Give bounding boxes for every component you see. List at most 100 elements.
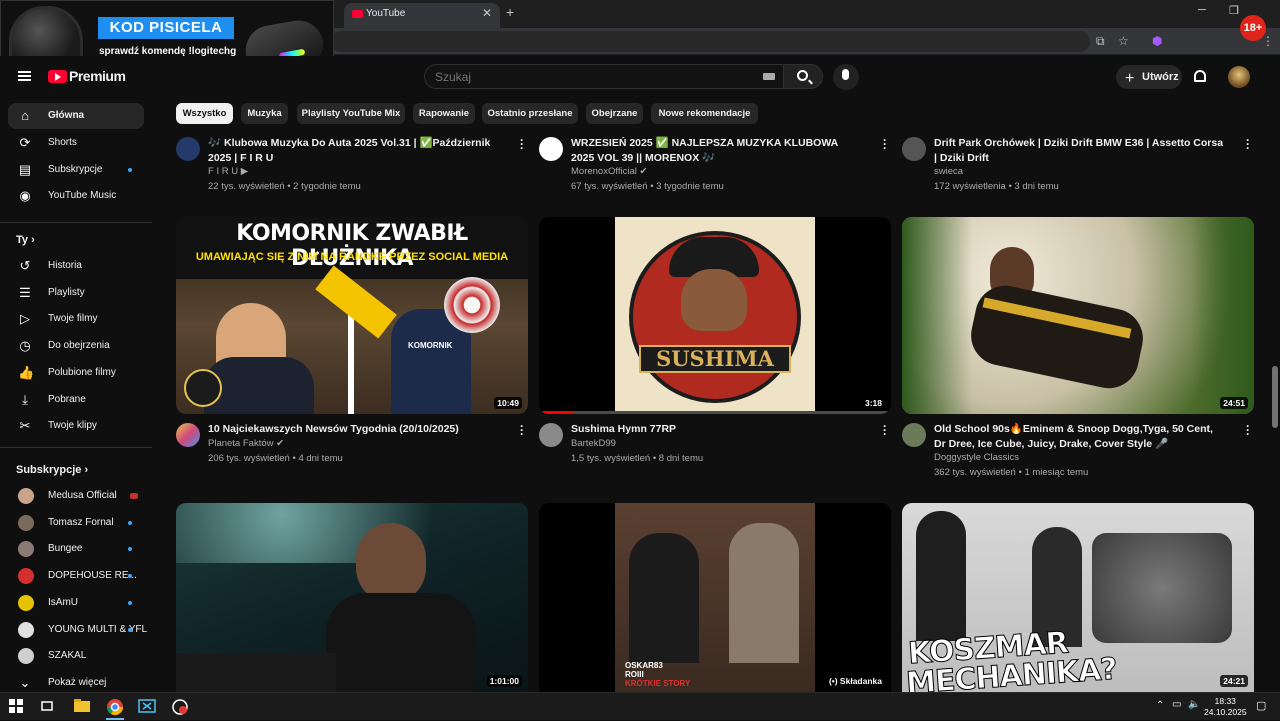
sidebar-item-label: Shorts <box>48 137 77 148</box>
bookmark-star-icon[interactable]: ☆ <box>1118 34 1129 48</box>
liked-icon: 👍 <box>18 364 35 380</box>
search-box[interactable] <box>424 64 783 89</box>
chip-0[interactable]: Wszystko <box>176 103 233 124</box>
sidebar-item-3[interactable]: ◉ YouTube Music <box>8 183 144 209</box>
volume-icon[interactable]: 🔈 <box>1188 699 1200 710</box>
create-button[interactable]: + Utwórz <box>1116 65 1182 89</box>
network-icon[interactable]: ▭ <box>1172 699 1181 710</box>
channel-avatar[interactable] <box>176 137 200 161</box>
chrome-taskbar-icon[interactable] <box>106 698 124 720</box>
sidebar-item-history[interactable]: ↺ Historia <box>8 253 144 279</box>
channel-avatar[interactable] <box>539 137 563 161</box>
subscription-item[interactable]: DOPEHOUSE RE... <box>8 563 144 589</box>
more-actions-icon[interactable]: · · · <box>882 420 888 440</box>
browser-menu-icon[interactable]: ⋮ <box>1262 34 1274 48</box>
chip-3[interactable]: Rapowanie <box>413 103 475 124</box>
subscription-item[interactable]: SZAKAL <box>8 643 144 669</box>
chip-4[interactable]: Ostatnio przesłane <box>482 103 578 124</box>
channel-avatar[interactable] <box>176 423 200 447</box>
subscription-item[interactable]: Medusa Official <box>8 483 144 509</box>
sidebar-item-liked[interactable]: 👍 Polubione filmy <box>8 360 144 386</box>
app-taskbar-icon[interactable] <box>138 698 156 716</box>
windows-start-icon[interactable] <box>8 698 26 716</box>
subscription-item[interactable]: YOUNG MULTI & YFL <box>8 617 147 643</box>
more-actions-icon[interactable]: · · · <box>882 134 888 154</box>
chip-2[interactable]: Playlisty YouTube Mix <box>297 103 405 124</box>
subscription-item[interactable]: Tomasz Fornal <box>8 510 144 536</box>
subscriptions-section-heading[interactable]: Subskrypcje › <box>16 464 88 476</box>
omnibox[interactable] <box>330 31 1090 52</box>
sidebar-item-your-videos[interactable]: ▷ Twoje filmy <box>8 306 144 332</box>
video-title[interactable]: 🎶 Klubowa Muzyka Do Auta 2025 Vol.31 | ✅… <box>208 136 498 166</box>
channel-name[interactable]: Doggystyle Classics <box>934 452 1019 463</box>
video-title[interactable]: Old School 90s🔥Eminem & Snoop Dogg,Tyga,… <box>934 422 1224 452</box>
chip-1[interactable]: Muzyka <box>241 103 288 124</box>
chip-6[interactable]: Nowe rekomendacje <box>651 103 758 124</box>
search-button[interactable] <box>783 64 823 89</box>
more-actions-icon[interactable]: · · · <box>519 420 525 440</box>
channel-name[interactable]: swieca <box>934 166 963 177</box>
extension-icon[interactable]: ⬢ <box>1152 34 1162 48</box>
subscription-label: DOPEHOUSE RE... <box>48 570 137 582</box>
hamburger-menu-icon[interactable] <box>18 71 31 81</box>
video-thumbnail-oldschool[interactable]: 24:51 <box>902 217 1254 414</box>
subscription-item[interactable]: Bungee <box>8 536 144 562</box>
video-thumbnail-krotkie-story[interactable]: OSKAR83 ROIII KRÓTKIE STORY (•) Składank… <box>539 503 891 692</box>
more-actions-icon[interactable]: · · · <box>519 134 525 154</box>
sidebar-item-0[interactable]: ⌂ Główna <box>8 103 144 129</box>
file-explorer-icon[interactable] <box>73 698 91 716</box>
chip-5[interactable]: Obejrzane <box>586 103 643 124</box>
tab-close-icon[interactable]: ✕ <box>482 6 492 20</box>
sidebar-item-download[interactable]: ⤓ Pobrane <box>8 387 144 413</box>
channel-avatar[interactable] <box>902 423 926 447</box>
sidebar-item-playlists[interactable]: ☰ Playlisty <box>8 280 144 306</box>
keyboard-icon[interactable] <box>763 73 775 80</box>
video-title[interactable]: 10 Najciekawszych Newsów Tygodnia (20/10… <box>208 422 498 437</box>
sidebar-item-clips[interactable]: ✂ Twoje klipy <box>8 413 144 439</box>
plus-icon: + <box>1125 70 1135 87</box>
channel-name[interactable]: BartekD99 <box>571 438 616 449</box>
video-thumbnail-koszmar[interactable]: KOSZMAR MECHANIKA? 24:21 <box>902 503 1254 692</box>
video-title[interactable]: Sushima Hymn 77RP <box>571 422 861 437</box>
premium-logo-text[interactable]: Premium <box>69 68 126 84</box>
tray-chevron-icon[interactable]: ⌃ <box>1156 700 1164 711</box>
video-thumbnail-sushima[interactable]: SUSHIMA 3:18 <box>539 217 891 414</box>
sidebar-item-2[interactable]: ▤ Subskrypcje <box>8 157 144 183</box>
youtube-logo-icon[interactable] <box>48 70 67 83</box>
home-icon: ⌂ <box>21 108 29 123</box>
game-launcher-icon[interactable] <box>171 698 189 716</box>
more-actions-icon[interactable]: · · · <box>1245 420 1251 440</box>
you-section-heading[interactable]: Ty › <box>16 234 35 246</box>
sidebar-item-label: Twoje klipy <box>48 420 97 432</box>
subscription-item[interactable]: IsAmU <box>8 590 144 616</box>
notifications-icon[interactable]: ▢ <box>1256 699 1266 712</box>
more-actions-icon[interactable]: · · · <box>1245 134 1251 154</box>
channel-name[interactable]: MorenoxOfficial ✔ <box>571 166 647 177</box>
video-thumbnail-dj[interactable]: 1:01:00 <box>176 503 528 692</box>
sidebar-item-1[interactable]: ⟳ Shorts <box>8 130 144 156</box>
user-avatar[interactable] <box>1228 66 1250 88</box>
taskbar-clock[interactable]: 18:33 24.10.2025 <box>1204 696 1247 718</box>
channel-avatar[interactable] <box>902 137 926 161</box>
search-input[interactable] <box>435 67 735 87</box>
thumbnail-artist2: ROIII <box>625 670 644 679</box>
page-scrollbar-thumb[interactable] <box>1272 366 1278 428</box>
channel-avatar[interactable] <box>539 423 563 447</box>
browser-tab-youtube[interactable]: YouTube ✕ <box>344 3 500 28</box>
install-app-icon[interactable]: ⧉ <box>1096 34 1105 49</box>
new-tab-button[interactable]: + <box>506 4 514 20</box>
video-title[interactable]: WRZESIEŃ 2025 ✅ NAJLEPSZA MUZYKA KLUBOWA… <box>571 136 861 166</box>
notifications-bell-icon[interactable] <box>1194 70 1206 82</box>
video-thumbnail-komornik[interactable]: KOMORNIK ZWABIŁ DŁUŻNIKA UMAWIAJĄC SIĘ Z… <box>176 217 528 414</box>
restore-button[interactable]: ❐ <box>1229 4 1239 17</box>
task-view-icon[interactable] <box>40 698 58 716</box>
video-title[interactable]: Drift Park Orchówek | Dziki Drift BMW E3… <box>934 136 1224 166</box>
voice-search-button[interactable] <box>833 64 859 90</box>
channel-name[interactable]: Planeta Faktów ✔ <box>208 438 284 449</box>
sidebar-item-watch-later[interactable]: ◷ Do obejrzenia <box>8 333 144 359</box>
search-icon <box>797 70 808 81</box>
age-rating-badge: 18+ <box>1240 15 1266 41</box>
channel-name[interactable]: F I R U ▶ <box>208 166 248 177</box>
minimize-button[interactable]: ─ <box>1198 4 1206 16</box>
subscription-label: Medusa Official <box>48 490 117 501</box>
